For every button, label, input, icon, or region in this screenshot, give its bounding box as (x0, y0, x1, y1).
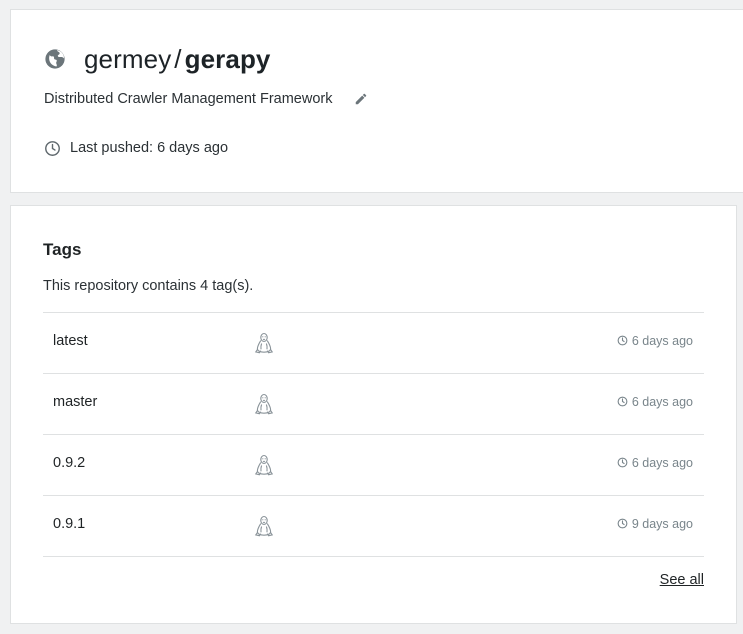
repository-description: Distributed Crawler Management Framework (44, 91, 333, 107)
tag-row[interactable]: 0.9.1 9 days ago (43, 496, 704, 557)
last-pushed-row: Last pushed: 6 days ago (44, 138, 228, 158)
repository-full-name: germey / gerapy (84, 44, 271, 75)
tag-time: 9 days ago (617, 517, 693, 531)
tag-row[interactable]: latest 6 days ago (43, 313, 704, 374)
clock-icon (44, 140, 61, 157)
tag-list: latest 6 days ago master 6 days ago 0.9.… (43, 312, 704, 557)
linux-icon (254, 515, 274, 537)
clock-icon (617, 518, 628, 529)
tag-time: 6 days ago (617, 456, 693, 470)
pencil-icon[interactable] (353, 91, 369, 107)
repository-title-row: germey / gerapy (44, 43, 271, 75)
linux-icon (254, 393, 274, 415)
clock-icon (617, 396, 628, 407)
description-row: Distributed Crawler Management Framework (44, 89, 369, 109)
tag-time: 6 days ago (617, 395, 693, 409)
clock-icon (617, 457, 628, 468)
tag-time: 6 days ago (617, 334, 693, 348)
tag-row[interactable]: master 6 days ago (43, 374, 704, 435)
repository-name-separator: / (174, 43, 182, 74)
tag-time-text: 6 days ago (631, 456, 693, 470)
tag-row[interactable]: 0.9.2 6 days ago (43, 435, 704, 496)
tag-time-text: 9 days ago (631, 517, 693, 531)
last-pushed-text: Last pushed: 6 days ago (70, 140, 229, 156)
tags-card: Tags This repository contains 4 tag(s). … (10, 205, 737, 624)
tag-name[interactable]: 0.9.2 (53, 455, 85, 471)
tag-time-text: 6 days ago (631, 395, 693, 409)
repository-name: gerapy (184, 43, 271, 74)
see-all-link[interactable]: See all (660, 572, 704, 588)
tags-count-text: This repository contains 4 tag(s). (43, 278, 254, 294)
linux-icon (254, 454, 274, 476)
clock-icon (617, 335, 628, 346)
tag-name[interactable]: latest (53, 333, 88, 349)
tags-heading: Tags (43, 240, 82, 259)
linux-icon (254, 332, 274, 354)
repository-header-card: germey / gerapy Distributed Crawler Manage… (10, 9, 743, 193)
tag-name[interactable]: master (53, 394, 97, 410)
tag-name[interactable]: 0.9.1 (53, 516, 85, 532)
repository-namespace[interactable]: germey (84, 44, 171, 74)
globe-icon (44, 48, 66, 70)
tag-time-text: 6 days ago (631, 334, 693, 348)
